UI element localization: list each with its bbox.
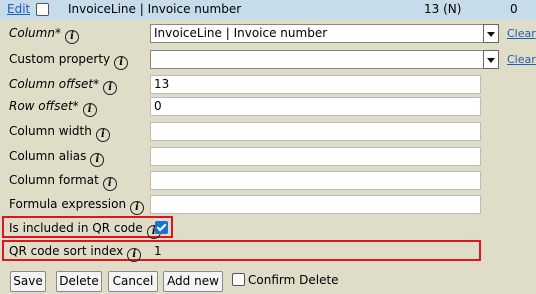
column-label: Column* i xyxy=(9,26,79,44)
column-offset-row: Column offset* i 13 xyxy=(0,75,536,95)
column-clear-link[interactable]: Clear xyxy=(507,27,536,40)
info-icon[interactable]: i xyxy=(114,56,129,70)
delete-button[interactable]: Delete xyxy=(56,271,102,292)
formula-expression-input[interactable] xyxy=(150,195,481,214)
column-width-input[interactable] xyxy=(150,122,481,141)
info-icon[interactable]: i xyxy=(90,153,105,167)
confirm-delete-label: Confirm Delete xyxy=(248,273,339,287)
qr-sort-index-label: QR code sort index i xyxy=(9,244,142,262)
column-offset-label: Column offset* i xyxy=(9,77,118,95)
column-format-input[interactable] xyxy=(150,171,481,190)
qr-sort-index-row: QR code sort index i 1 xyxy=(0,242,536,262)
custom-property-clear-link[interactable]: Clear xyxy=(507,53,536,66)
add-new-button[interactable]: Add new xyxy=(163,271,223,292)
dropdown-arrow-icon[interactable] xyxy=(483,50,499,69)
column-alias-row: Column alias i xyxy=(0,147,536,167)
info-icon[interactable]: i xyxy=(102,177,117,191)
dropdown-arrow-icon[interactable] xyxy=(483,24,499,43)
header-column-info: 13 (N) xyxy=(424,2,462,16)
header-row-info: 0 xyxy=(510,2,518,16)
column-select[interactable]: InvoiceLine | Invoice number xyxy=(150,24,498,43)
record-header: Edit InvoiceLine | Invoice number 13 (N)… xyxy=(0,0,536,20)
column-width-label: Column width i xyxy=(9,124,110,142)
column-format-label: Column format i xyxy=(9,173,117,191)
info-icon[interactable]: i xyxy=(127,248,142,262)
column-row: Column* i InvoiceLine | Invoice number Cl… xyxy=(0,24,536,44)
cancel-button[interactable]: Cancel xyxy=(108,271,158,292)
column-alias-input[interactable] xyxy=(150,147,481,166)
custom-property-select[interactable] xyxy=(150,50,498,69)
save-button[interactable]: Save xyxy=(10,271,46,292)
custom-property-row: Custom property i Clear xyxy=(0,50,536,70)
qr-included-checkbox[interactable] xyxy=(155,221,168,234)
row-offset-label: Row offset* i xyxy=(9,99,97,117)
row-offset-row: Row offset* i 0 xyxy=(0,97,536,117)
column-alias-label: Column alias i xyxy=(9,149,105,167)
formula-expression-row: Formula expression i xyxy=(0,195,536,215)
qr-included-row: Is included in QR code i xyxy=(0,219,536,239)
qr-included-label: Is included in QR code i xyxy=(9,221,161,239)
info-icon[interactable]: i xyxy=(130,201,145,215)
edit-link[interactable]: Edit xyxy=(7,2,30,16)
row-select-checkbox[interactable] xyxy=(36,3,49,16)
info-icon[interactable]: i xyxy=(103,81,118,95)
column-format-row: Column format i xyxy=(0,171,536,191)
qr-sort-index-input[interactable]: 1 xyxy=(150,242,477,261)
info-icon[interactable]: i xyxy=(64,30,79,44)
formula-expression-label: Formula expression i xyxy=(9,197,145,215)
info-icon[interactable]: i xyxy=(82,103,97,117)
custom-property-label: Custom property i xyxy=(9,52,129,70)
info-icon[interactable]: i xyxy=(95,128,110,142)
column-offset-input[interactable]: 13 xyxy=(150,75,481,94)
header-title: InvoiceLine | Invoice number xyxy=(68,2,242,16)
column-width-row: Column width i xyxy=(0,122,536,142)
row-offset-input[interactable]: 0 xyxy=(150,97,481,116)
confirm-delete-checkbox[interactable] xyxy=(232,273,245,286)
